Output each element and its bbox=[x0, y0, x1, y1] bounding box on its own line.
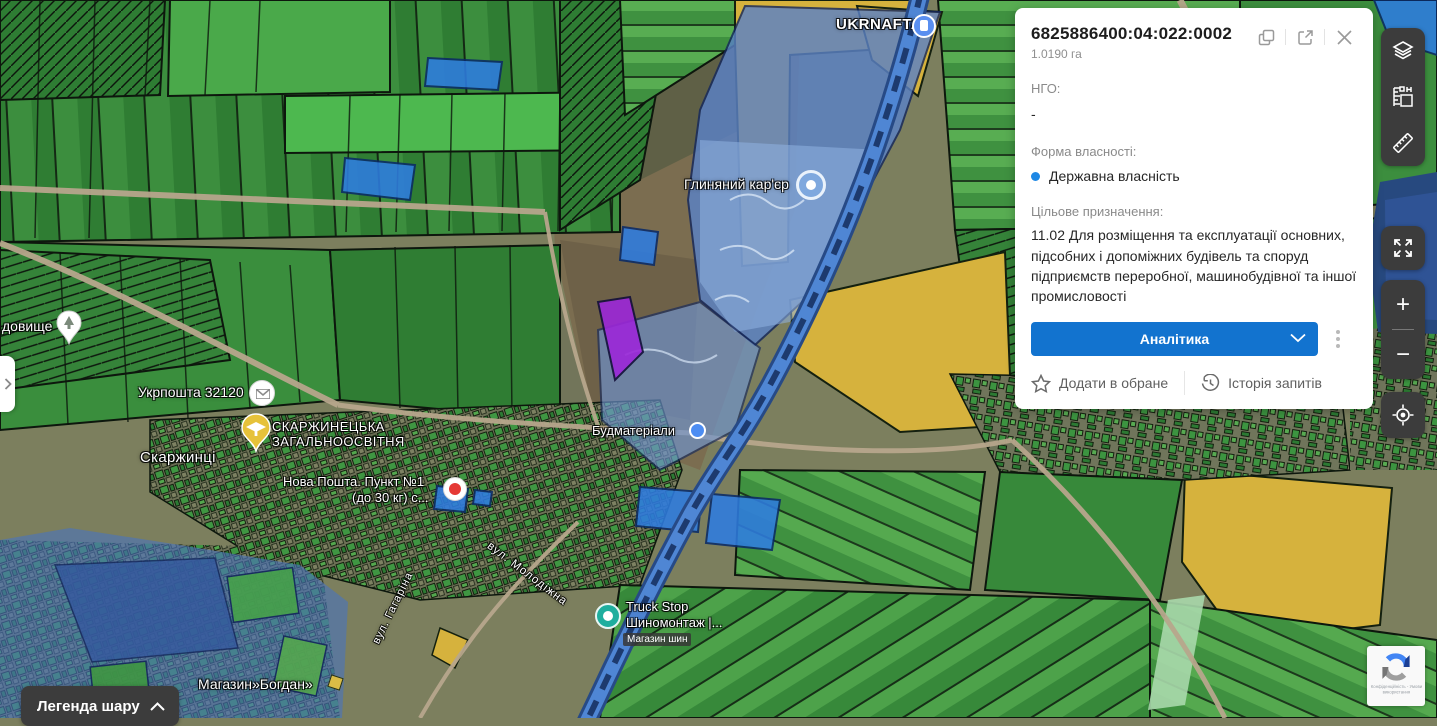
measure-plan-icon bbox=[1391, 85, 1415, 109]
ownership-value: Державна власність bbox=[1049, 168, 1180, 184]
label-truckstop-line2: Шиномонтаж |... bbox=[626, 615, 723, 630]
map-tools-group bbox=[1381, 28, 1425, 166]
label-cemetery: довище bbox=[2, 318, 52, 334]
parcel-cadastral-number: 6825886400:04:022:0002 bbox=[1031, 24, 1232, 44]
label-budmaterialy: Будматеріали bbox=[592, 423, 675, 438]
ngo-value: - bbox=[1031, 104, 1357, 124]
measure-plan-button[interactable] bbox=[1381, 74, 1425, 120]
zoom-in-label: + bbox=[1396, 293, 1410, 317]
truckstop-marker-icon[interactable] bbox=[595, 603, 621, 629]
layers-icon bbox=[1391, 39, 1415, 63]
ruler-icon bbox=[1390, 130, 1416, 156]
zoom-out-label: − bbox=[1396, 343, 1410, 367]
label-ukrnafta: UKRNAFTA bbox=[836, 16, 922, 33]
recaptcha-privacy-line1: Конфіденційність - Умови bbox=[1370, 685, 1421, 690]
ngo-label: НГО: bbox=[1031, 81, 1357, 96]
zoom-out-button[interactable]: − bbox=[1381, 330, 1425, 379]
fullscreen-group bbox=[1381, 226, 1425, 270]
zoom-in-button[interactable]: + bbox=[1381, 280, 1425, 329]
history-clock-icon bbox=[1201, 374, 1220, 393]
more-options-icon[interactable] bbox=[1332, 326, 1344, 352]
cemetery-pin-icon[interactable] bbox=[55, 310, 83, 351]
label-novaposhta-line1: Нова Пошта. Пункт №1 bbox=[283, 474, 424, 489]
ownership-dot bbox=[1031, 172, 1040, 181]
school-pin-icon[interactable] bbox=[240, 413, 272, 458]
parcel-area: 1.0190 га bbox=[1031, 47, 1232, 61]
label-bogdan: Магазин»Богдан» bbox=[198, 676, 313, 692]
recaptcha-logo-icon bbox=[1379, 650, 1413, 684]
chevron-down-icon bbox=[1290, 333, 1306, 343]
label-quarry: Глиняний кар'єр bbox=[684, 176, 789, 192]
parcel-info-panel: 6825886400:04:022:0002 1.0190 га НГО: - … bbox=[1015, 8, 1373, 409]
label-town: Скаржинці bbox=[140, 449, 216, 466]
copy-icon[interactable] bbox=[1253, 26, 1279, 48]
recaptcha-privacy-line2: використання bbox=[1370, 690, 1421, 695]
star-icon bbox=[1031, 374, 1051, 393]
post-office-icon[interactable] bbox=[249, 380, 275, 406]
open-in-new-icon[interactable] bbox=[1292, 26, 1318, 48]
fullscreen-icon bbox=[1392, 237, 1414, 259]
ruler-button[interactable] bbox=[1381, 120, 1425, 166]
layers-button[interactable] bbox=[1381, 28, 1425, 74]
locate-icon bbox=[1391, 403, 1415, 427]
add-to-favorites-button[interactable]: Додати в обране bbox=[1031, 374, 1168, 393]
quarry-marker-icon[interactable] bbox=[796, 170, 826, 200]
analytics-button[interactable]: Аналітика bbox=[1031, 322, 1318, 356]
layer-legend-button[interactable]: Легенда шару bbox=[21, 686, 179, 726]
budmaterialy-marker-icon[interactable] bbox=[689, 422, 706, 439]
zoom-control-group: + − bbox=[1381, 280, 1425, 379]
label-post-office: Укрпошта 32120 bbox=[138, 384, 244, 400]
chevron-right-icon bbox=[4, 378, 12, 390]
purpose-label: Цільове призначення: bbox=[1031, 204, 1357, 219]
novaposhta-marker-icon[interactable] bbox=[443, 477, 467, 501]
side-panel-handle[interactable] bbox=[0, 356, 15, 412]
request-history-button[interactable]: Історія запитів bbox=[1201, 374, 1322, 393]
ownership-label: Форма власності: bbox=[1031, 144, 1357, 159]
locate-group bbox=[1381, 392, 1425, 438]
label-school-line2: ЗАГАЛЬНООСВІТНЯ bbox=[272, 434, 405, 449]
locate-button[interactable] bbox=[1381, 392, 1425, 438]
history-label: Історія запитів bbox=[1228, 375, 1322, 391]
label-novaposhta-line2: (до 30 кг) с... bbox=[352, 490, 429, 505]
close-icon[interactable] bbox=[1331, 26, 1357, 48]
label-truckstop-line1: Truck Stop bbox=[626, 599, 688, 614]
label-school-line1: СКАРЖИНЕЦЬКА bbox=[272, 419, 385, 434]
chevron-up-icon bbox=[150, 702, 165, 711]
label-truckstop-line3: Магазин шин bbox=[623, 633, 691, 646]
recaptcha-badge[interactable]: Конфіденційність - Умови використання bbox=[1367, 646, 1425, 706]
fuel-station-icon[interactable] bbox=[912, 14, 936, 38]
fullscreen-button[interactable] bbox=[1381, 226, 1425, 270]
layer-legend-label: Легенда шару bbox=[37, 698, 140, 715]
favorites-label: Додати в обране bbox=[1059, 375, 1168, 391]
purpose-value: 11.02 Для розміщення та експлуатації осн… bbox=[1031, 225, 1357, 306]
